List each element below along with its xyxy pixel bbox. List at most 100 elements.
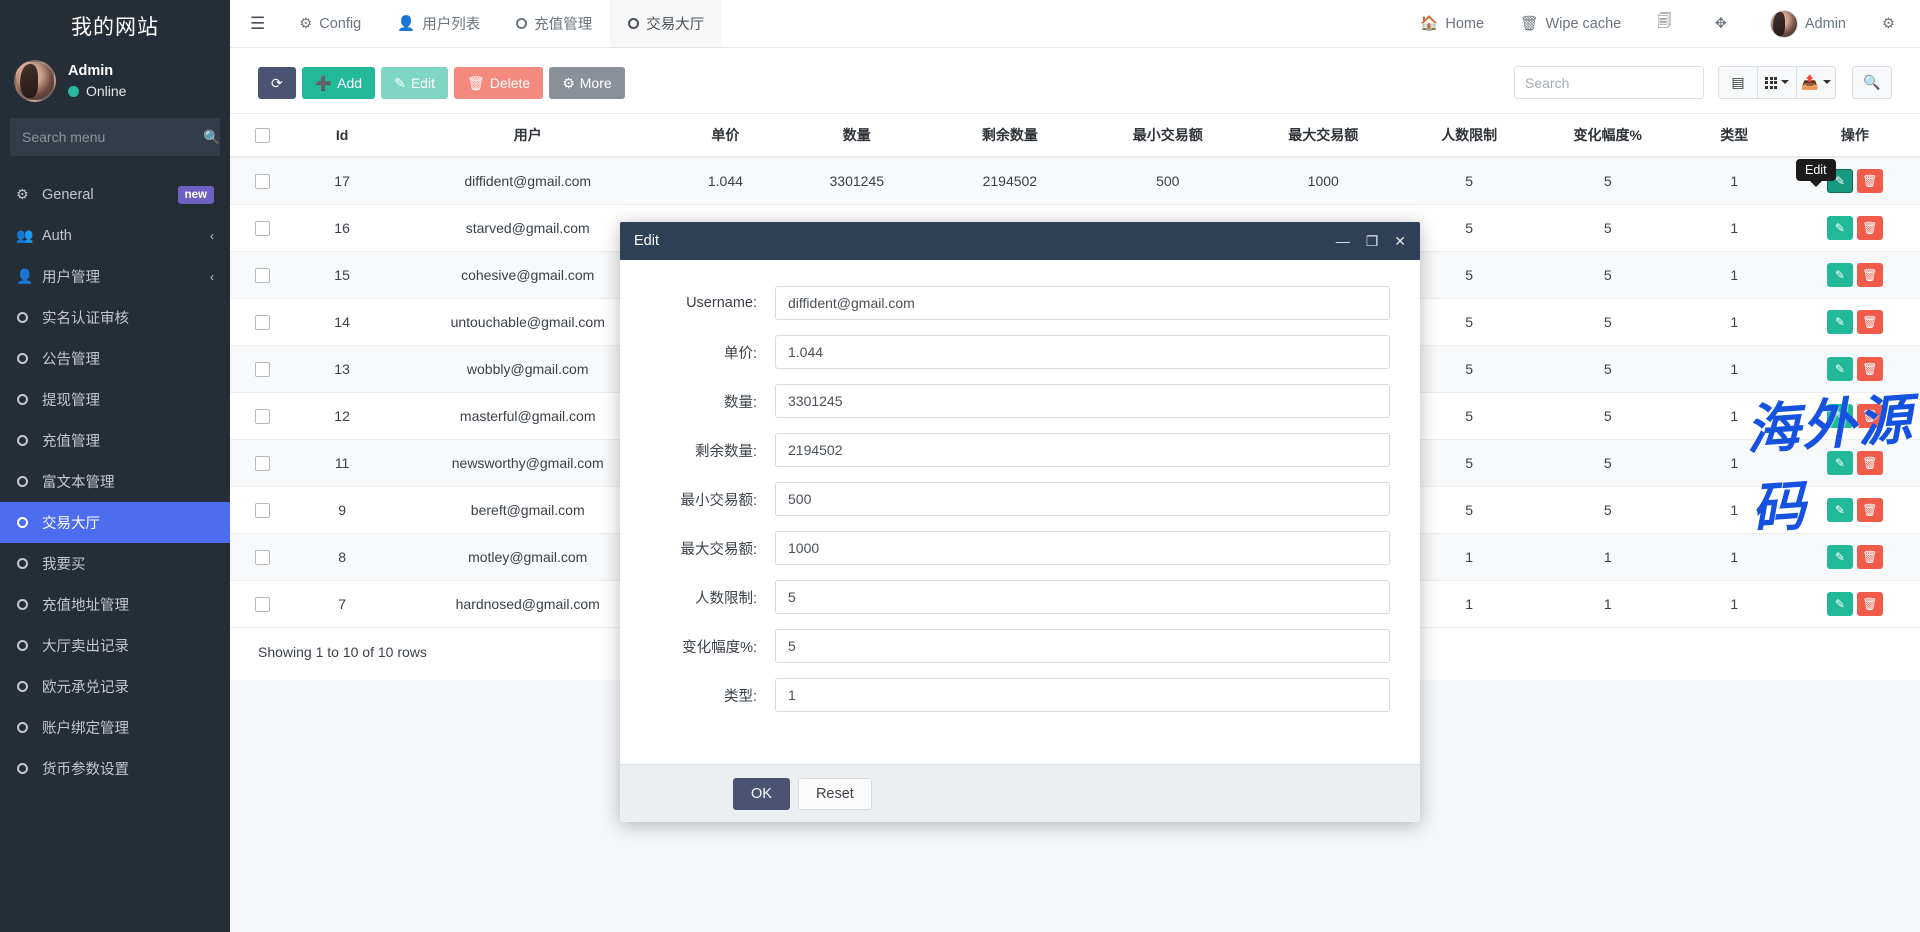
table-header-cell-2[interactable]: 用户 xyxy=(389,114,666,158)
table-header-cell-3[interactable]: 单价 xyxy=(666,114,784,158)
minimize-icon[interactable]: — xyxy=(1336,233,1350,249)
row-delete-button[interactable]: 🗑 xyxy=(1857,404,1883,428)
sidebar-item-2[interactable]: 👤用户管理‹ xyxy=(0,256,230,297)
modal-field-input[interactable] xyxy=(775,433,1390,467)
modal-field-input[interactable] xyxy=(775,286,1390,320)
modal-field-input[interactable] xyxy=(775,531,1390,565)
table-header-cell-4[interactable]: 数量 xyxy=(784,114,929,158)
row-checkbox-cell[interactable] xyxy=(230,393,295,440)
reset-button[interactable]: Reset xyxy=(798,778,872,810)
row-checkbox-cell[interactable] xyxy=(230,581,295,628)
sidebar-item-3[interactable]: 实名认证审核 xyxy=(0,297,230,338)
close-icon[interactable]: ✕ xyxy=(1394,233,1406,250)
row-checkbox-cell[interactable] xyxy=(230,487,295,534)
navbar-tab-3[interactable]: 交易大厅 xyxy=(610,0,722,47)
modal-field-input[interactable] xyxy=(775,629,1390,663)
search-input[interactable] xyxy=(1514,66,1704,99)
row-checkbox[interactable] xyxy=(255,268,270,283)
row-delete-button[interactable]: 🗑 xyxy=(1857,451,1883,475)
row-edit-button[interactable]: ✎ xyxy=(1827,451,1853,475)
row-checkbox[interactable] xyxy=(255,503,270,518)
modal-field-input[interactable] xyxy=(775,580,1390,614)
sidebar-item-7[interactable]: 富文本管理 xyxy=(0,461,230,502)
select-all-checkbox[interactable] xyxy=(255,128,270,143)
sidebar-item-5[interactable]: 提现管理 xyxy=(0,379,230,420)
table-header-cell-9[interactable]: 变化幅度% xyxy=(1537,114,1679,158)
advanced-search-icon[interactable]: 🔍 xyxy=(1852,66,1892,99)
sidebar-item-4[interactable]: 公告管理 xyxy=(0,338,230,379)
row-checkbox-cell[interactable] xyxy=(230,346,295,393)
row-checkbox[interactable] xyxy=(255,550,270,565)
sidebar-item-11[interactable]: 大厅卖出记录 xyxy=(0,625,230,666)
row-checkbox-cell[interactable] xyxy=(230,440,295,487)
sidebar-user-panel[interactable]: Admin Online xyxy=(0,52,230,116)
search-icon[interactable]: 🔍 xyxy=(203,129,220,146)
table-header-cell-1[interactable]: Id xyxy=(295,114,389,158)
table-row[interactable]: 17diffident@gmail.com1.04433012452194502… xyxy=(230,157,1920,205)
navbar-action-4[interactable]: Admin xyxy=(1752,0,1864,47)
modal-field-input[interactable] xyxy=(775,678,1390,712)
row-delete-button[interactable]: 🗑 xyxy=(1857,592,1883,616)
sidebar-item-14[interactable]: 货币参数设置 xyxy=(0,748,230,789)
row-checkbox-cell[interactable] xyxy=(230,252,295,299)
row-delete-button[interactable]: 🗑 xyxy=(1857,310,1883,334)
row-checkbox-cell[interactable] xyxy=(230,205,295,252)
row-edit-button[interactable]: ✎ xyxy=(1827,498,1853,522)
maximize-icon[interactable]: ❐ xyxy=(1366,233,1379,250)
navbar-action-1[interactable]: 🗑Wipe cache xyxy=(1502,0,1639,47)
edit-button[interactable]: ✎ Edit xyxy=(381,67,448,99)
navbar-action-5[interactable]: ⚙ xyxy=(1864,0,1920,47)
row-checkbox-cell[interactable] xyxy=(230,299,295,346)
table-header-cell-6[interactable]: 最小交易额 xyxy=(1091,114,1245,158)
refresh-button[interactable]: ⟳ xyxy=(258,67,296,99)
modal-field-input[interactable] xyxy=(775,335,1390,369)
row-delete-button[interactable]: 🗑 xyxy=(1857,216,1883,240)
hamburger-icon[interactable]: ☰ xyxy=(230,0,281,47)
ok-button[interactable]: OK xyxy=(733,778,790,810)
table-header-cell-7[interactable]: 最大交易额 xyxy=(1245,114,1402,158)
row-delete-button[interactable]: 🗑 xyxy=(1857,169,1883,193)
row-edit-button[interactable]: ✎ xyxy=(1827,263,1853,287)
row-checkbox[interactable] xyxy=(255,597,270,612)
modal-field-input[interactable] xyxy=(775,384,1390,418)
table-header-cell-10[interactable]: 类型 xyxy=(1679,114,1790,158)
navbar-action-0[interactable]: 🏠Home xyxy=(1402,0,1502,47)
row-edit-button[interactable]: ✎ xyxy=(1827,592,1853,616)
sidebar-item-9[interactable]: 我要买 xyxy=(0,543,230,584)
navbar-tab-2[interactable]: 充值管理 xyxy=(498,0,610,47)
navbar-tab-1[interactable]: 👤用户列表 xyxy=(379,0,498,47)
table-header-cell-5[interactable]: 剩余数量 xyxy=(929,114,1091,158)
sidebar-item-0[interactable]: ⚙Generalnew xyxy=(0,174,230,215)
sidebar-item-12[interactable]: 欧元承兑记录 xyxy=(0,666,230,707)
row-checkbox[interactable] xyxy=(255,315,270,330)
row-checkbox[interactable] xyxy=(255,174,270,189)
row-checkbox[interactable] xyxy=(255,456,270,471)
row-edit-button[interactable]: ✎ xyxy=(1827,357,1853,381)
navbar-tab-0[interactable]: ⚙Config xyxy=(281,0,379,47)
modal-field-input[interactable] xyxy=(775,482,1390,516)
row-edit-button[interactable]: ✎ xyxy=(1827,310,1853,334)
row-checkbox[interactable] xyxy=(255,362,270,377)
sidebar-search[interactable]: 🔍 xyxy=(10,118,220,156)
navbar-action-3[interactable]: ✥ xyxy=(1697,0,1752,47)
row-checkbox-cell[interactable] xyxy=(230,157,295,205)
toggle-view-icon[interactable]: ▤ xyxy=(1718,66,1758,99)
add-button[interactable]: ➕ Add xyxy=(302,67,375,99)
navbar-action-2[interactable]: 🗐 xyxy=(1639,0,1697,47)
search-menu-input[interactable] xyxy=(22,129,203,145)
sidebar-item-13[interactable]: 账户绑定管理 xyxy=(0,707,230,748)
row-edit-button[interactable]: ✎ xyxy=(1827,545,1853,569)
row-delete-button[interactable]: 🗑 xyxy=(1857,357,1883,381)
row-checkbox[interactable] xyxy=(255,409,270,424)
row-checkbox-cell[interactable] xyxy=(230,534,295,581)
row-edit-button[interactable]: ✎ xyxy=(1827,216,1853,240)
sidebar-item-10[interactable]: 充值地址管理 xyxy=(0,584,230,625)
row-checkbox[interactable] xyxy=(255,221,270,236)
sidebar-item-8[interactable]: 交易大厅 xyxy=(0,502,230,543)
table-header-cell-8[interactable]: 人数限制 xyxy=(1402,114,1537,158)
row-edit-button[interactable]: ✎ xyxy=(1827,404,1853,428)
table-header-cell-11[interactable]: 操作 xyxy=(1790,114,1920,158)
row-delete-button[interactable]: 🗑 xyxy=(1857,545,1883,569)
delete-button[interactable]: 🗑 Delete xyxy=(454,67,543,99)
sidebar-item-6[interactable]: 充值管理 xyxy=(0,420,230,461)
